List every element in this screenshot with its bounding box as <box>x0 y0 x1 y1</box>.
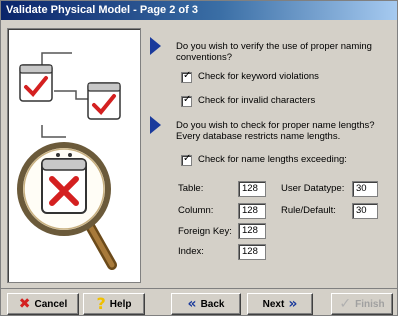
index-length-label: Index: <box>178 246 204 257</box>
keyword-violations-label: Check for keyword violations <box>198 71 319 82</box>
table-length-label: Table: <box>178 183 204 194</box>
help-button-label: Help <box>109 298 132 310</box>
wizard-window: Validate Physical Model - Page 2 of 3 Do… <box>0 0 398 316</box>
invalid-characters-label: Check for invalid characters <box>198 95 316 106</box>
help-button[interactable]: ? Help <box>83 293 145 315</box>
question-mark-icon: ? <box>96 294 106 313</box>
column-length-label: Column: <box>178 205 214 216</box>
back-button-label: Back <box>200 298 225 310</box>
cancel-button-label: Cancel <box>34 298 68 310</box>
double-left-arrow-icon: « <box>187 296 197 312</box>
wizard-button-bar: ✖ Cancel ? Help « Back Next » ✓ Finish <box>1 288 397 316</box>
next-button[interactable]: Next » <box>247 293 313 315</box>
double-right-arrow-icon: » <box>288 296 298 312</box>
rule-default-length-input[interactable]: 30 <box>352 203 378 219</box>
lengths-question: Do you wish to check for proper name len… <box>176 120 375 142</box>
user-datatype-length-label: User Datatype: <box>281 183 345 194</box>
finish-button-label: Finish <box>355 298 385 310</box>
wizard-content: Do you wish to verify the use of proper … <box>1 1 397 291</box>
table-length-input[interactable]: 128 <box>238 181 266 197</box>
checkbox-box[interactable] <box>181 94 192 107</box>
keyword-violations-checkbox[interactable]: Check for keyword violations <box>181 70 319 83</box>
back-button[interactable]: « Back <box>171 293 241 315</box>
naming-question: Do you wish to verify the use of proper … <box>176 41 372 63</box>
name-lengths-checkbox[interactable]: Check for name lengths exceeding: <box>181 153 347 166</box>
red-x-icon: ✖ <box>18 296 31 312</box>
next-button-label: Next <box>262 298 285 310</box>
cancel-button[interactable]: ✖ Cancel <box>7 293 79 315</box>
section-arrow-icon <box>150 37 161 55</box>
foreign-key-length-input[interactable]: 128 <box>238 223 266 239</box>
name-lengths-label: Check for name lengths exceeding: <box>198 154 347 165</box>
user-datatype-length-input[interactable]: 30 <box>352 181 378 197</box>
checkbox-box[interactable] <box>181 70 192 83</box>
foreign-key-length-label: Foreign Key: <box>178 226 232 237</box>
index-length-input[interactable]: 128 <box>238 244 266 260</box>
invalid-characters-checkbox[interactable]: Check for invalid characters <box>181 94 316 107</box>
checkbox-box[interactable] <box>181 153 192 166</box>
check-icon: ✓ <box>339 296 352 312</box>
section-arrow-icon <box>150 116 161 134</box>
rule-default-length-label: Rule/Default: <box>281 205 336 216</box>
column-length-input[interactable]: 128 <box>238 203 266 219</box>
finish-button[interactable]: ✓ Finish <box>331 293 393 315</box>
